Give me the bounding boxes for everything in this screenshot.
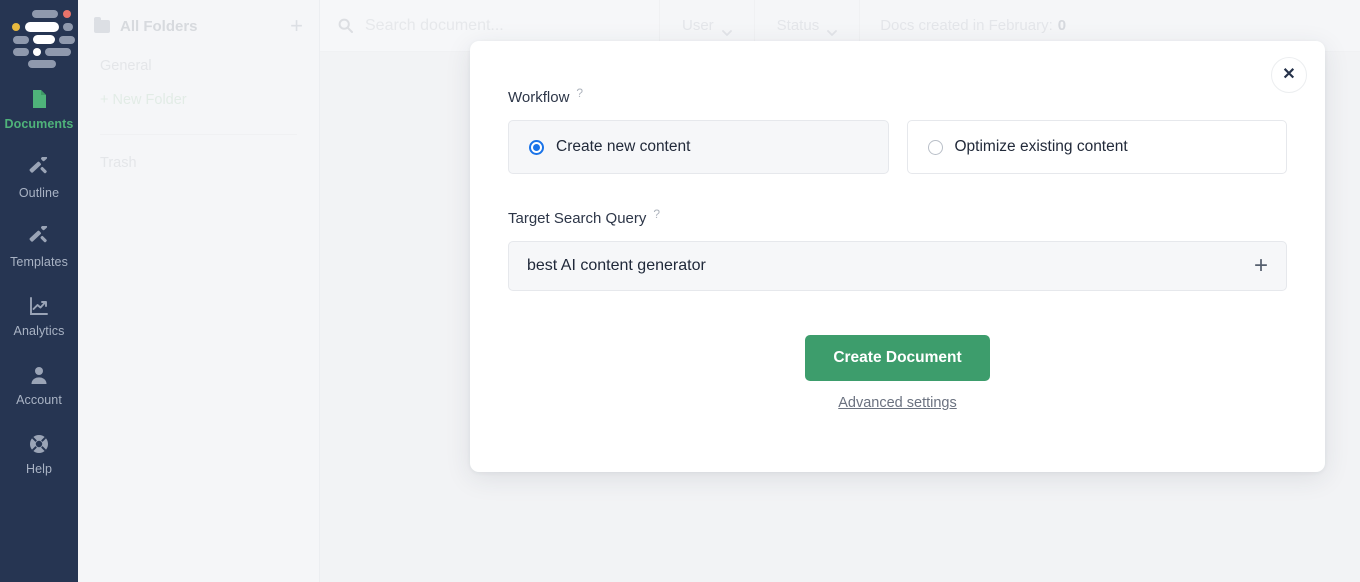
radio-unselected-icon[interactable] bbox=[928, 140, 943, 155]
workflow-options: Create new content Optimize existing con… bbox=[508, 120, 1287, 174]
help-icon[interactable]: ? bbox=[576, 87, 583, 99]
sidebar-item-account[interactable]: Account bbox=[0, 354, 78, 413]
workflow-option-optimize-existing-label: Optimize existing content bbox=[955, 138, 1128, 156]
query-label-row: Target Search Query ? bbox=[508, 210, 1287, 227]
search-icon bbox=[338, 18, 353, 33]
create-document-button[interactable]: Create Document bbox=[805, 335, 989, 381]
add-folder-button[interactable]: + bbox=[290, 15, 303, 37]
workflow-label: Workflow bbox=[508, 89, 569, 106]
chart-icon bbox=[28, 295, 50, 317]
form-actions: Create Document Advanced settings bbox=[508, 335, 1287, 411]
close-icon: ✕ bbox=[1282, 67, 1295, 83]
magic-wand-icon bbox=[28, 157, 50, 179]
chevron-down-icon bbox=[827, 23, 837, 29]
sidebar-label-account: Account bbox=[16, 393, 62, 407]
search-input[interactable]: Search document... bbox=[365, 17, 504, 35]
folders-header: All Folders + bbox=[78, 0, 319, 52]
close-modal-button[interactable]: ✕ bbox=[1271, 57, 1307, 93]
sidebar-item-outline[interactable]: Outline bbox=[0, 147, 78, 206]
filter-status-label: Status bbox=[777, 17, 820, 34]
app-root: Documents Outline Templates bbox=[0, 0, 1360, 582]
plus-icon[interactable]: + bbox=[1244, 254, 1268, 278]
create-document-modal: ✕ Workflow ? Create new content Optimize… bbox=[470, 41, 1325, 472]
target-search-query-field[interactable]: best AI content generator + bbox=[508, 241, 1287, 291]
sidebar-label-templates: Templates bbox=[10, 255, 68, 269]
life-ring-icon bbox=[28, 433, 50, 455]
sidebar-label-help: Help bbox=[26, 462, 52, 476]
sidebar-label-outline: Outline bbox=[19, 186, 59, 200]
folder-item-general[interactable]: General bbox=[78, 52, 319, 80]
doc-count-label: Docs created in February: bbox=[880, 17, 1053, 34]
folders-divider bbox=[100, 134, 297, 135]
radio-selected-icon[interactable] bbox=[529, 140, 544, 155]
sidebar-label-analytics: Analytics bbox=[14, 324, 65, 338]
new-folder-button[interactable]: + New Folder bbox=[78, 80, 319, 114]
folder-item-trash[interactable]: Trash bbox=[78, 149, 319, 177]
sidebar-item-documents[interactable]: Documents bbox=[0, 78, 78, 137]
target-search-query-input[interactable]: best AI content generator bbox=[527, 257, 1244, 275]
folders-title: All Folders bbox=[120, 18, 280, 35]
workflow-option-create-new[interactable]: Create new content bbox=[508, 120, 889, 174]
sidebar-item-help[interactable]: Help bbox=[0, 423, 78, 482]
filter-user-label: User bbox=[682, 17, 714, 34]
primary-nav-rail: Documents Outline Templates bbox=[0, 0, 78, 582]
app-logo[interactable] bbox=[4, 4, 74, 68]
folder-icon bbox=[94, 20, 110, 33]
create-document-form: Workflow ? Create new content Optimize e… bbox=[508, 89, 1287, 411]
chevron-down-icon bbox=[722, 23, 732, 29]
workflow-label-row: Workflow ? bbox=[508, 89, 1287, 106]
doc-count-value: 0 bbox=[1058, 17, 1066, 34]
magic-wand-icon bbox=[28, 226, 50, 248]
sidebar-item-templates[interactable]: Templates bbox=[0, 216, 78, 275]
workflow-option-optimize-existing[interactable]: Optimize existing content bbox=[907, 120, 1288, 174]
target-search-query-label: Target Search Query bbox=[508, 210, 646, 227]
sidebar-label-documents: Documents bbox=[5, 117, 74, 131]
folders-panel: All Folders + General + New Folder Trash bbox=[78, 0, 320, 582]
workflow-option-create-new-label: Create new content bbox=[556, 138, 690, 156]
document-icon bbox=[28, 88, 50, 110]
advanced-settings-link[interactable]: Advanced settings bbox=[838, 395, 957, 411]
user-icon bbox=[28, 364, 50, 386]
help-icon[interactable]: ? bbox=[653, 208, 660, 220]
sidebar-item-analytics[interactable]: Analytics bbox=[0, 285, 78, 344]
